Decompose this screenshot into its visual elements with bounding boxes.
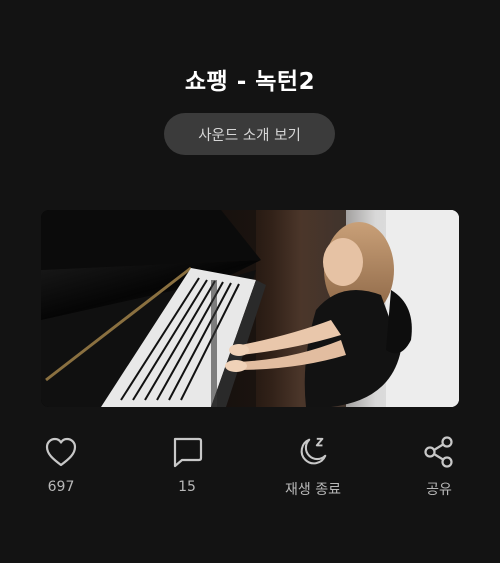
heart-icon (44, 434, 78, 470)
sleep-timer-label: 재생 종료 (285, 482, 341, 498)
sleep-timer-button[interactable]: 재생 종료 (268, 434, 358, 504)
video-thumbnail[interactable] (41, 210, 459, 407)
comment-icon (170, 434, 204, 470)
like-count: 697 (47, 479, 75, 495)
comment-count: 15 (178, 479, 196, 495)
share-icon (422, 434, 456, 470)
piano-performance-image (41, 210, 459, 407)
comment-button[interactable]: 15 (142, 434, 232, 504)
action-bar: 697 15 재생 종료 공유 (0, 434, 500, 504)
sound-intro-button[interactable]: 사운드 소개 보기 (164, 113, 335, 155)
share-label: 공유 (426, 482, 452, 498)
page-title: 쇼팽 - 녹턴2 (184, 69, 316, 95)
share-button[interactable]: 공유 (394, 434, 484, 504)
moon-sleep-icon (296, 434, 330, 470)
sound-detail-screen: 쇼팽 - 녹턴2 사운드 소개 보기 697 15 재생 종료 공유 (0, 0, 500, 563)
like-button[interactable]: 697 (16, 434, 106, 504)
